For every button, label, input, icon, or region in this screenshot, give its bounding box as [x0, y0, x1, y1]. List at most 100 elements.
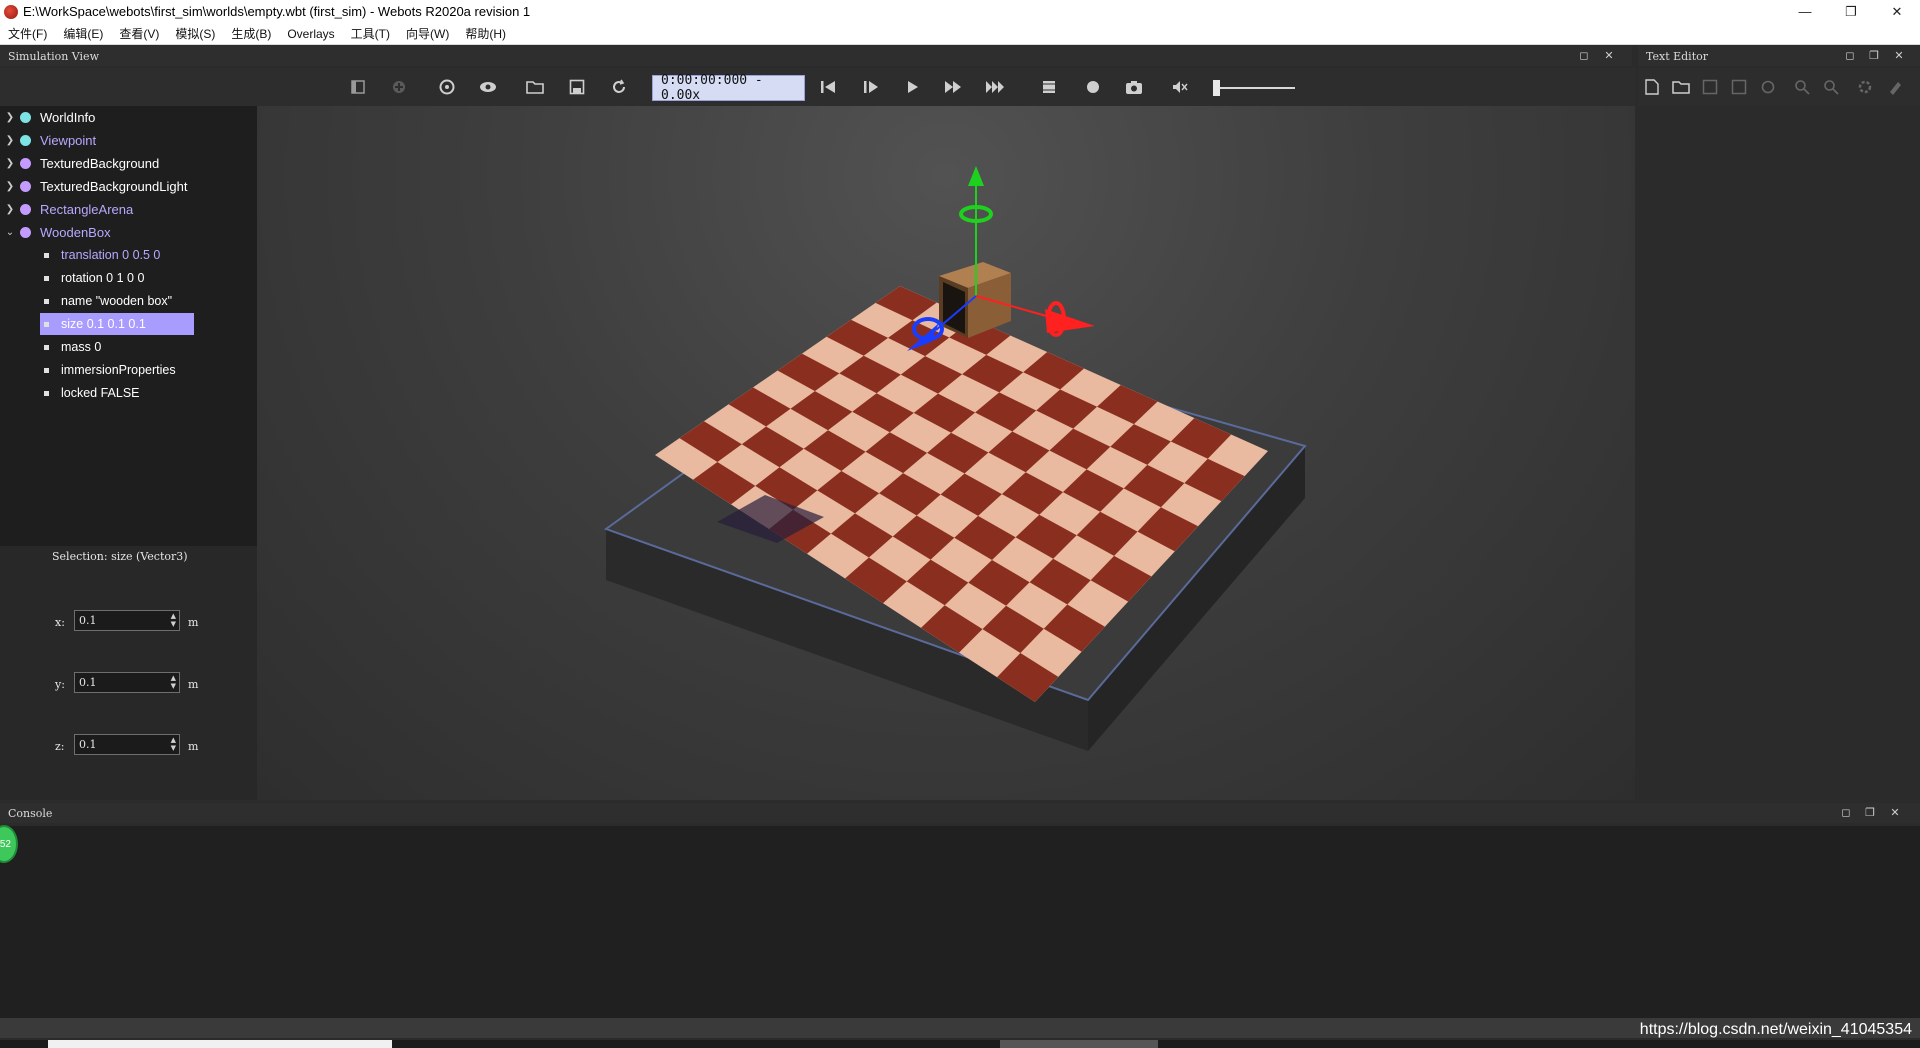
close-dock-icon[interactable]: ✕ — [1889, 807, 1901, 819]
field-label: immersionProperties — [61, 363, 176, 377]
add-node-icon[interactable] — [388, 76, 410, 98]
find-icon[interactable] — [1791, 76, 1813, 98]
y-input[interactable]: 0.1 ▲ ▼ — [74, 672, 180, 693]
field-label: size 0.1 0.1 0.1 — [61, 317, 146, 331]
reset-simulation-icon[interactable] — [817, 76, 839, 98]
fast-forward-icon[interactable] — [942, 76, 964, 98]
taskbar-app-button[interactable] — [1000, 1040, 1158, 1048]
field-translation[interactable]: translation 0 0.5 0 — [44, 244, 160, 266]
collapse-arrow-icon[interactable]: ⌄ — [0, 227, 20, 238]
webots-logo-icon — [4, 4, 18, 19]
field-bullet-icon — [44, 344, 49, 350]
field-mass[interactable]: mass 0 — [44, 336, 101, 358]
revert-icon[interactable] — [1757, 76, 1779, 98]
screenshot-icon[interactable] — [1123, 76, 1145, 98]
float-icon[interactable]: ◻ — [1840, 807, 1852, 819]
menu-help[interactable]: 帮助(H) — [457, 25, 514, 42]
spin-arrows-icon[interactable]: ▲ ▼ — [171, 736, 176, 752]
console-output[interactable] — [0, 826, 1920, 1018]
volume-slider[interactable] — [1213, 78, 1297, 98]
menu-wizards[interactable]: 向导(W) — [398, 25, 457, 42]
build-icon[interactable] — [1854, 76, 1876, 98]
reload-world-icon[interactable] — [608, 76, 630, 98]
open-file-icon[interactable] — [1670, 76, 1692, 98]
y-label: y: — [55, 678, 65, 691]
eye-icon[interactable] — [477, 76, 499, 98]
expand-arrow-icon[interactable]: ❯ — [0, 158, 20, 169]
3d-viewport[interactable] — [257, 106, 1635, 800]
clean-icon[interactable] — [1884, 76, 1906, 98]
field-rotation[interactable]: rotation 0 1 0 0 — [44, 267, 144, 289]
record-icon[interactable] — [1082, 76, 1104, 98]
close-button[interactable]: ✕ — [1874, 0, 1920, 23]
close-dock-icon[interactable]: ✕ — [1893, 50, 1905, 62]
x-input[interactable]: 0.1 ▲ ▼ — [74, 610, 180, 631]
tree-node-texturedbackground[interactable]: ❯ TexturedBackground — [0, 152, 257, 174]
expand-arrow-icon[interactable]: ❯ — [0, 204, 20, 215]
mute-icon[interactable] — [1169, 76, 1191, 98]
x-label: x: — [55, 616, 65, 629]
node-dot-icon — [20, 226, 31, 238]
field-bullet-icon — [44, 321, 49, 327]
toggle-scene-tree-icon[interactable] — [347, 76, 369, 98]
z-input[interactable]: 0.1 ▲ ▼ — [74, 734, 180, 755]
field-size-selected[interactable]: size 0.1 0.1 0.1 — [40, 313, 194, 335]
field-locked[interactable]: locked FALSE — [44, 382, 140, 404]
taskbar-search-box[interactable] — [48, 1040, 392, 1048]
menu-view[interactable]: 查看(V) — [111, 25, 167, 42]
text-editor-area[interactable] — [1638, 106, 1920, 800]
tree-node-label: Viewpoint — [40, 132, 97, 148]
spin-arrows-icon[interactable]: ▲ ▼ — [171, 674, 176, 690]
console-label: Console — [8, 806, 53, 820]
undock-icon[interactable]: ❐ — [1864, 807, 1876, 819]
tree-node-rectanglearena[interactable]: ❯ RectangleArena — [0, 198, 257, 220]
save-as-icon[interactable] — [1728, 76, 1750, 98]
new-file-icon[interactable] — [1641, 76, 1663, 98]
x-unit: m — [188, 616, 199, 629]
float-icon[interactable]: ◻ — [1578, 50, 1590, 62]
spin-arrows-icon[interactable]: ▲ ▼ — [171, 612, 176, 628]
menu-file[interactable]: 文件(F) — [0, 25, 55, 42]
reset-viewpoint-icon[interactable] — [436, 76, 458, 98]
field-immersion-properties[interactable]: immersionProperties — [44, 359, 176, 381]
menu-tools[interactable]: 工具(T) — [343, 25, 398, 42]
close-dock-icon[interactable]: ✕ — [1603, 50, 1615, 62]
maximize-button[interactable]: ❐ — [1828, 0, 1874, 23]
tree-node-texturedbackgroundlight[interactable]: ❯ TexturedBackgroundLight — [0, 175, 257, 197]
console-title: Console ◻ ❐ ✕ — [0, 803, 1920, 823]
expand-arrow-icon[interactable]: ❯ — [0, 181, 20, 192]
slider-handle[interactable] — [1213, 80, 1220, 96]
node-dot-icon — [20, 157, 31, 169]
menu-build[interactable]: 生成(B) — [223, 25, 279, 42]
replace-icon[interactable] — [1820, 76, 1842, 98]
scene-tree[interactable]: ❯ WorldInfo ❯ Viewpoint ❯ TexturedBackgr… — [0, 106, 257, 546]
tree-node-label: WorldInfo — [40, 109, 96, 125]
tree-node-viewpoint[interactable]: ❯ Viewpoint — [0, 129, 257, 151]
title-bar: E:\WorkSpace\webots\first_sim\worlds\emp… — [0, 0, 1920, 23]
float-icon[interactable]: ◻ — [1844, 50, 1856, 62]
open-world-icon[interactable] — [524, 76, 546, 98]
save-world-icon[interactable] — [566, 76, 588, 98]
menu-simulation[interactable]: 模拟(S) — [167, 25, 223, 42]
tree-node-label: TexturedBackgroundLight — [40, 178, 188, 194]
menu-overlays[interactable]: Overlays — [279, 27, 342, 41]
tree-node-woodenbox[interactable]: ⌄ WoodenBox — [0, 221, 257, 243]
fastest-icon[interactable] — [984, 76, 1006, 98]
node-dot-icon — [20, 111, 31, 123]
undock-icon[interactable]: ❐ — [1868, 50, 1880, 62]
save-file-icon[interactable] — [1699, 76, 1721, 98]
field-bullet-icon — [44, 252, 49, 258]
expand-arrow-icon[interactable]: ❯ — [0, 135, 20, 146]
menu-edit[interactable]: 编辑(E) — [55, 25, 111, 42]
minimize-button[interactable]: — — [1782, 0, 1828, 23]
menu-bar: 文件(F) 编辑(E) 查看(V) 模拟(S) 生成(B) Overlays 工… — [0, 23, 1920, 45]
tree-node-worldinfo[interactable]: ❯ WorldInfo — [0, 106, 257, 128]
field-name[interactable]: name "wooden box" — [44, 290, 172, 312]
video-record-icon[interactable] — [1038, 76, 1060, 98]
expand-arrow-icon[interactable]: ❯ — [0, 112, 20, 123]
simulation-view-title: Simulation View ◻ ✕ — [0, 46, 1632, 66]
step-icon[interactable] — [860, 76, 882, 98]
play-icon[interactable] — [901, 76, 923, 98]
node-dot-icon — [20, 203, 31, 215]
tree-node-label: TexturedBackground — [40, 155, 160, 171]
